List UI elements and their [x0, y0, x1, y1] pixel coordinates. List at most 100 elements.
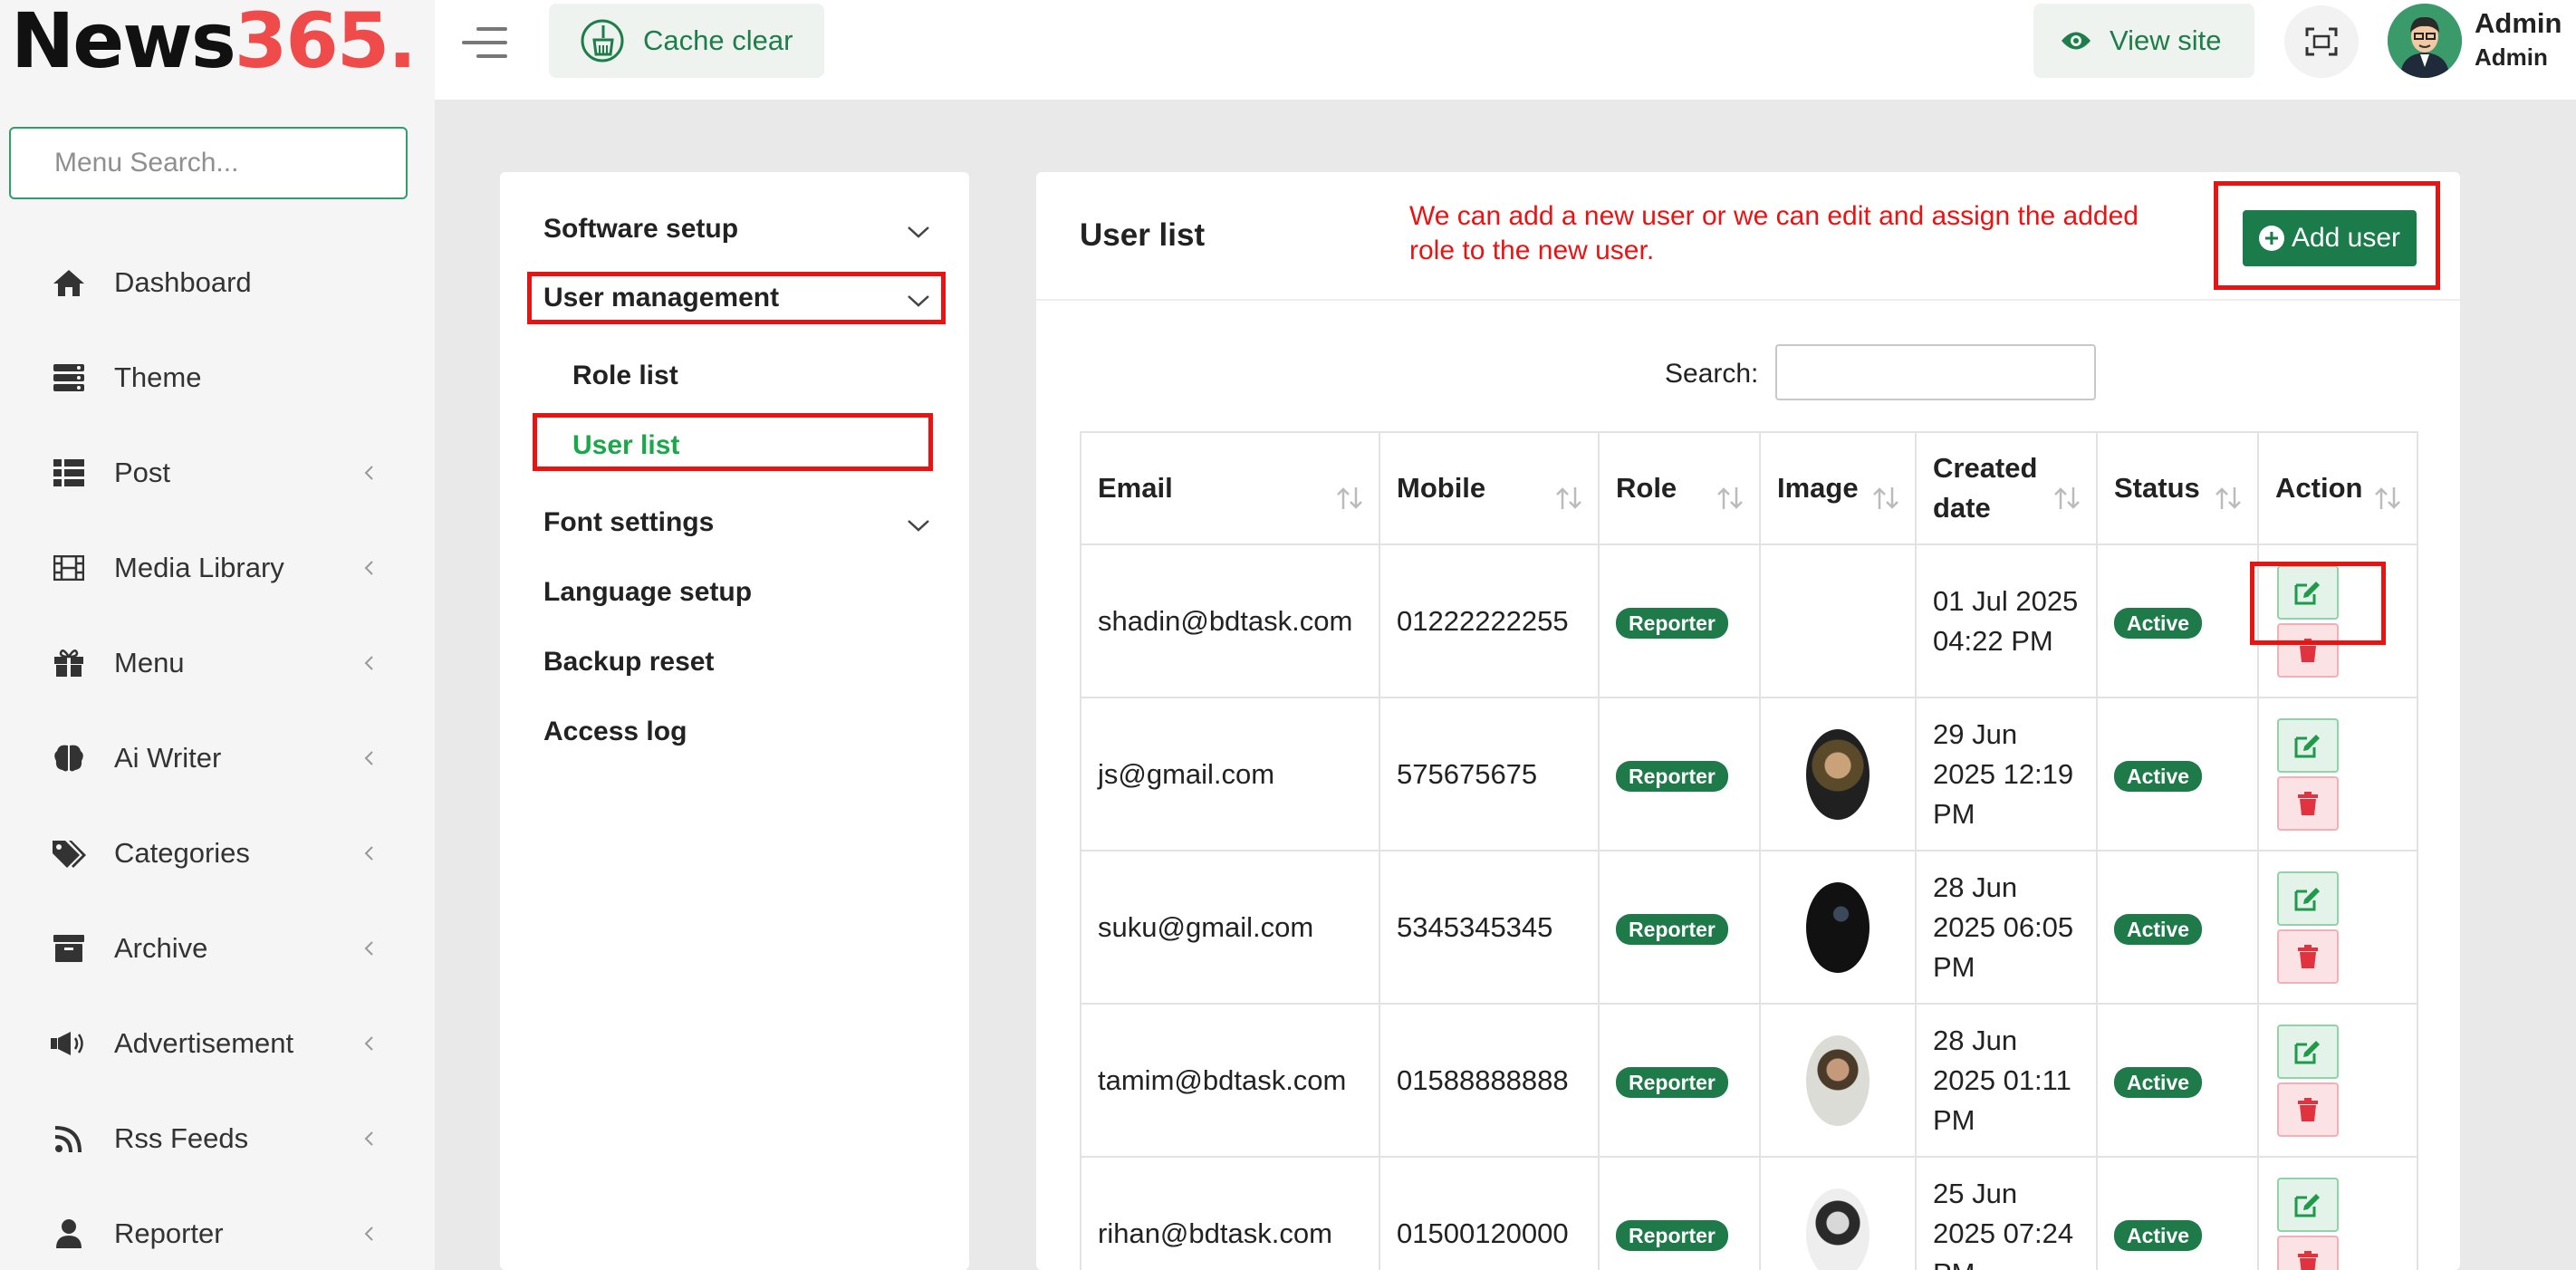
cell-status: Active	[2096, 544, 2259, 698]
page-title: User list	[1080, 217, 1206, 253]
eye-icon	[2062, 32, 2091, 50]
cell-mobile: 575675675	[1379, 697, 1600, 851]
sidebar-item-media-library[interactable]: Media Library	[0, 536, 435, 600]
sidebar-item-label: Theme	[114, 361, 202, 393]
sidebar-item-categories[interactable]: Categories	[0, 822, 435, 885]
edit-button[interactable]	[2277, 871, 2339, 926]
fullscreen-icon	[2305, 27, 2338, 56]
edit-button[interactable]	[2277, 717, 2339, 773]
table-row: rihan@bdtask.com 01500120000 Reporter 25…	[1080, 1156, 2418, 1270]
cell-image	[1759, 544, 1917, 698]
column-header-created-date[interactable]: Created date	[1915, 431, 2098, 545]
column-header-email[interactable]: Email	[1080, 431, 1380, 545]
status-badge: Active	[2114, 1219, 2203, 1251]
view-site-button[interactable]: View site	[2033, 4, 2254, 78]
role-badge: Reporter	[1616, 1066, 1728, 1098]
sidebar-item-label: Dashboard	[114, 266, 252, 298]
cell-email: rihan@bdtask.com	[1080, 1156, 1380, 1270]
column-header-image[interactable]: Image	[1759, 431, 1917, 545]
cell-role: Reporter	[1598, 1003, 1761, 1158]
cell-created: 29 Jun 2025 12:19 PM	[1915, 697, 2098, 851]
sidebar-item-ai-writer[interactable]: Ai Writer	[0, 726, 435, 790]
column-header-status[interactable]: Status	[2096, 431, 2259, 545]
chevron-left-icon	[364, 466, 373, 480]
role-badge: Reporter	[1616, 913, 1728, 945]
cell-image	[1759, 850, 1917, 1005]
brain-icon	[51, 740, 87, 776]
sidebar-item-advertisement[interactable]: Advertisement	[0, 1012, 435, 1075]
trash-icon	[2298, 1250, 2318, 1270]
cell-created: 25 Jun 2025 07:24 PM	[1915, 1156, 2098, 1270]
sidebar-item-dashboard[interactable]: Dashboard	[0, 251, 435, 314]
home-icon	[51, 265, 87, 301]
admin-name[interactable]: Admin	[2475, 7, 2562, 40]
settings-software-setup[interactable]: Software setup	[543, 214, 738, 245]
sidebar-item-label: Menu	[114, 647, 185, 678]
cache-clear-label: Cache clear	[643, 24, 793, 56]
sidebar-item-label: Media Library	[114, 552, 284, 583]
user-photo	[1806, 881, 1870, 973]
logo-area: News365.	[0, 0, 435, 100]
column-header-action[interactable]: Action	[2257, 431, 2418, 545]
cell-mobile: 5345345345	[1379, 850, 1600, 1005]
table-search-input[interactable]	[1775, 344, 2096, 400]
brand-logo-part1: News	[11, 0, 236, 85]
sidebar-item-rss-feeds[interactable]: Rss Feeds	[0, 1107, 435, 1170]
table-row: suku@gmail.com 5345345345 Reporter 28 Ju…	[1080, 850, 2418, 1005]
delete-button[interactable]	[2277, 1235, 2339, 1270]
admin-role: Admin	[2475, 43, 2548, 71]
settings-access-log[interactable]: Access log	[543, 717, 687, 747]
delete-button[interactable]	[2277, 928, 2339, 984]
sidebar-item-label: Post	[114, 457, 171, 488]
cell-action	[2257, 850, 2418, 1005]
film-icon	[51, 550, 87, 586]
cell-mobile: 01500120000	[1379, 1156, 1600, 1270]
sidebar-item-theme[interactable]: Theme	[0, 346, 435, 409]
trash-icon	[2298, 944, 2318, 968]
edit-icon	[2294, 734, 2320, 757]
cell-email: tamim@bdtask.com	[1080, 1003, 1380, 1158]
chevron-down-icon	[908, 226, 929, 238]
column-header-mobile[interactable]: Mobile	[1379, 431, 1600, 545]
settings-role-list[interactable]: Role list	[572, 361, 678, 391]
role-badge: Reporter	[1616, 1219, 1728, 1251]
sidebar-item-label: Advertisement	[114, 1027, 294, 1059]
chevron-left-icon	[364, 1227, 373, 1241]
trash-icon	[2298, 791, 2318, 815]
column-header-role[interactable]: Role	[1598, 431, 1761, 545]
user-photo	[1806, 728, 1870, 820]
cell-email: shadin@bdtask.com	[1080, 544, 1380, 698]
table-row: js@gmail.com 575675675 Reporter 29 Jun 2…	[1080, 697, 2418, 851]
search-label: Search:	[1665, 359, 1759, 389]
sidebar-item-label: Reporter	[114, 1217, 224, 1249]
cell-status: Active	[2096, 697, 2259, 851]
cell-action	[2257, 697, 2418, 851]
user-avatar-icon	[2388, 4, 2462, 78]
cache-clear-button[interactable]: Cache clear	[549, 4, 824, 78]
status-badge: Active	[2114, 1066, 2203, 1098]
menu-search-input[interactable]	[9, 127, 408, 199]
edit-button[interactable]	[2277, 1177, 2339, 1232]
settings-backup-reset[interactable]: Backup reset	[543, 647, 714, 678]
delete-button[interactable]	[2277, 1082, 2339, 1137]
fullscreen-button[interactable]	[2284, 5, 2359, 78]
chevron-left-icon	[364, 1036, 373, 1051]
tags-icon	[51, 835, 87, 871]
settings-language-setup[interactable]: Language setup	[543, 577, 752, 608]
sidebar-item-archive[interactable]: Archive	[0, 917, 435, 980]
sidebar-item-label: Ai Writer	[114, 742, 222, 774]
cell-image	[1759, 697, 1917, 851]
view-site-label: View site	[2110, 24, 2222, 56]
admin-avatar[interactable]	[2388, 4, 2462, 78]
delete-button[interactable]	[2277, 775, 2339, 831]
settings-font-settings[interactable]: Font settings	[543, 507, 714, 538]
sidebar-item-menu[interactable]: Menu	[0, 631, 435, 695]
edit-button[interactable]	[2277, 1024, 2339, 1079]
sidebar: Dashboard Theme Post Media Library Menu …	[0, 100, 435, 1270]
sidebar-toggle-icon[interactable]	[462, 27, 507, 63]
sidebar-item-reporter[interactable]: Reporter	[0, 1202, 435, 1265]
sidebar-item-post[interactable]: Post	[0, 441, 435, 505]
brand-logo[interactable]: News365.	[11, 0, 417, 85]
chevron-left-icon	[364, 941, 373, 956]
cell-image	[1759, 1156, 1917, 1270]
